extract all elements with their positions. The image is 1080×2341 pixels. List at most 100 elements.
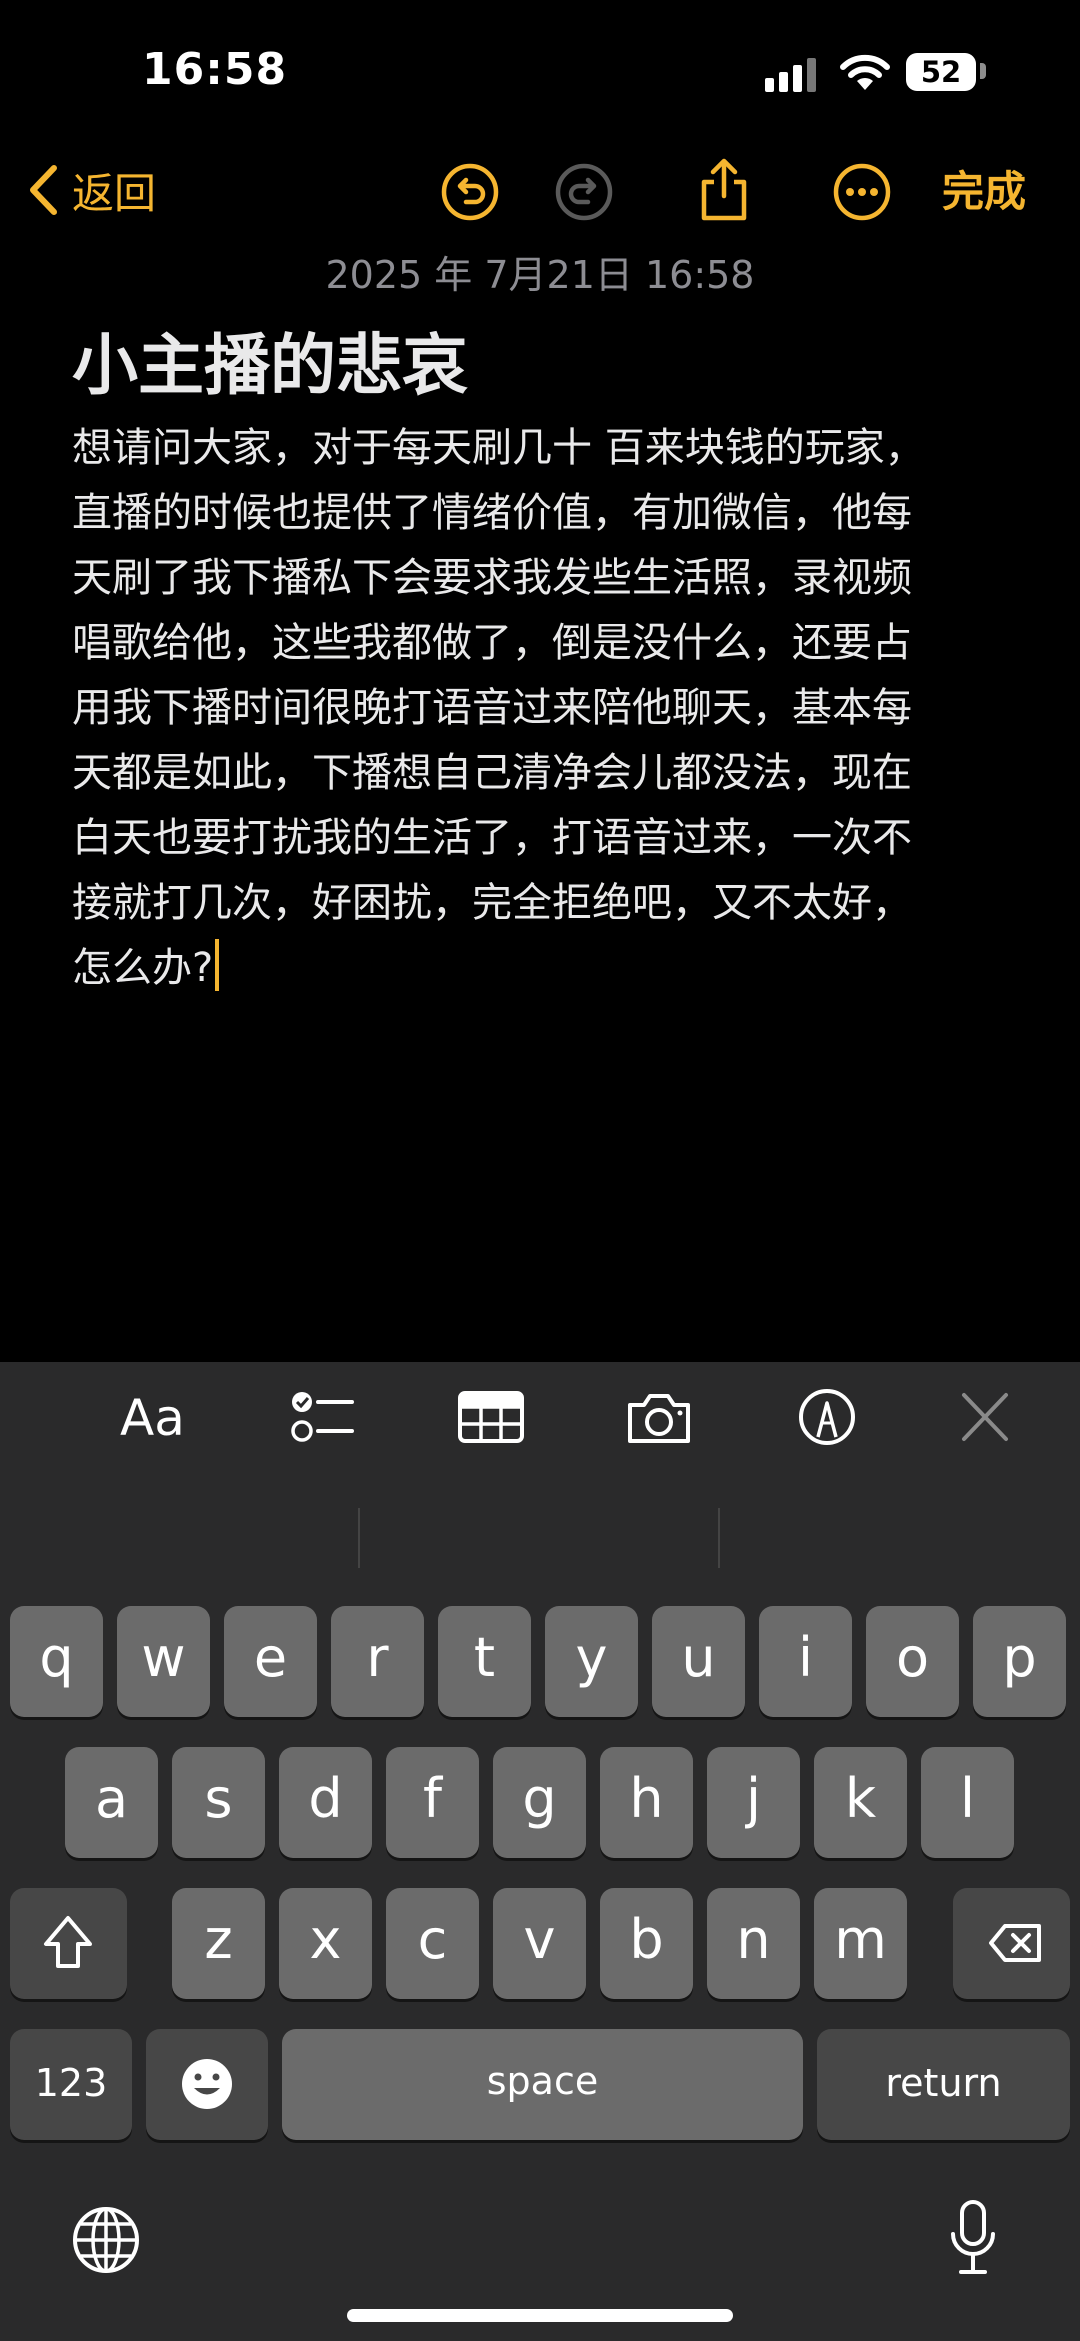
key-b[interactable]: b [600, 1888, 693, 1999]
note-line: 用我下播时间很晚打语音过来陪他聊天，基本每 [72, 685, 912, 731]
key-c[interactable]: c [386, 1888, 479, 1999]
done-button[interactable]: 完成 [942, 162, 1026, 222]
key-label: g [522, 1767, 557, 1830]
key-label: d [308, 1767, 343, 1830]
status-time: 16:58 [142, 44, 288, 95]
key-j[interactable]: j [707, 1747, 800, 1858]
key-label: i [797, 1626, 813, 1689]
backspace-icon [989, 1924, 1041, 1962]
text-format-button[interactable]: Aa [120, 1388, 185, 1448]
more-options-icon[interactable] [832, 162, 892, 222]
key-n[interactable]: n [707, 1888, 800, 1999]
suggestion-divider [718, 1508, 720, 1568]
key-label: x [309, 1908, 342, 1971]
checklist-icon[interactable] [288, 1387, 358, 1447]
key-label: c [417, 1908, 448, 1971]
key-z[interactable]: z [172, 1888, 265, 1999]
key-d[interactable]: d [279, 1747, 372, 1858]
key-e[interactable]: e [224, 1606, 317, 1717]
key-m[interactable]: m [814, 1888, 907, 1999]
key-label: e [253, 1626, 288, 1689]
key-label: a [94, 1767, 129, 1830]
globe-icon[interactable] [70, 2204, 142, 2276]
key-t[interactable]: t [438, 1606, 531, 1717]
key-o[interactable]: o [866, 1606, 959, 1717]
key-f[interactable]: f [386, 1747, 479, 1858]
key-label: l [959, 1767, 975, 1830]
text-cursor [215, 939, 220, 991]
microphone-icon[interactable] [945, 2198, 1001, 2280]
key-label: 123 [34, 2061, 108, 2105]
space-key[interactable]: space [282, 2029, 803, 2140]
suggestion-divider [358, 1508, 360, 1568]
wifi-icon [840, 54, 890, 90]
home-indicator[interactable] [347, 2309, 733, 2322]
key-q[interactable]: q [10, 1606, 103, 1717]
key-s[interactable]: s [172, 1747, 265, 1858]
camera-icon[interactable] [624, 1387, 694, 1447]
table-icon[interactable] [456, 1387, 526, 1447]
note-line: 天都是如此，下播想自己清净会儿都没法，现在 [72, 750, 912, 796]
key-label: m [834, 1908, 887, 1971]
note-title[interactable]: 小主播的悲哀 [72, 312, 468, 408]
key-k[interactable]: k [814, 1747, 907, 1858]
note-line: 天刷了我下播私下会要求我发些生活照，录视频 [72, 555, 912, 601]
key-label: h [629, 1767, 664, 1830]
cellular-signal-icon [765, 58, 817, 92]
note-line: 直播的时候也提供了情绪价值，有加微信，他每 [72, 490, 912, 536]
shift-icon [44, 1916, 92, 1968]
key-g[interactable]: g [493, 1747, 586, 1858]
numbers-key[interactable]: 123 [10, 2029, 132, 2140]
key-label: return [885, 2061, 1002, 2105]
share-icon[interactable] [694, 156, 754, 222]
shift-key[interactable] [10, 1888, 127, 1999]
key-label: b [629, 1908, 664, 1971]
key-label: o [895, 1626, 930, 1689]
battery-tip [980, 63, 986, 79]
key-label: v [523, 1908, 556, 1971]
key-label: k [844, 1767, 877, 1830]
key-label: n [736, 1908, 771, 1971]
note-line: 唱歌给他，这些我都做了，倒是没什么，还要占 [72, 620, 912, 666]
note-date: 2025 年 7月21日 16:58 [325, 253, 755, 297]
close-toolbar-icon[interactable] [950, 1387, 1020, 1447]
note-line: 接就打几次，好困扰，完全拒绝吧，又不太好， [72, 880, 912, 926]
emoji-key[interactable] [146, 2029, 268, 2140]
key-label: q [39, 1626, 74, 1689]
note-line: 想请问大家，对于每天刷几十 百来块钱的玩家， [72, 425, 925, 471]
delete-key[interactable] [953, 1888, 1070, 1999]
note-body[interactable]: 想请问大家，对于每天刷几十 百来块钱的玩家， 直播的时候也提供了情绪价值，有加微… [72, 416, 1002, 1001]
key-label: y [575, 1626, 608, 1689]
markup-pen-icon[interactable] [792, 1387, 862, 1447]
key-label: r [366, 1626, 389, 1689]
key-label: f [422, 1767, 442, 1830]
key-w[interactable]: w [117, 1606, 210, 1717]
chevron-left-icon [30, 165, 57, 215]
key-label: j [745, 1767, 761, 1830]
return-key[interactable]: return [817, 2029, 1070, 2140]
key-u[interactable]: u [652, 1606, 745, 1717]
note-line-text: 怎么办? [72, 945, 214, 991]
key-label: u [681, 1626, 716, 1689]
emoji-icon [182, 2059, 232, 2109]
key-l[interactable]: l [921, 1747, 1014, 1858]
key-v[interactable]: v [493, 1888, 586, 1999]
key-label: s [204, 1767, 233, 1830]
key-label: w [141, 1626, 186, 1689]
key-x[interactable]: x [279, 1888, 372, 1999]
key-h[interactable]: h [600, 1747, 693, 1858]
key-label: p [1002, 1626, 1037, 1689]
key-label: t [473, 1626, 496, 1689]
key-y[interactable]: y [545, 1606, 638, 1717]
back-button[interactable]: 返回 [28, 160, 156, 220]
key-p[interactable]: p [973, 1606, 1066, 1717]
key-a[interactable]: a [65, 1747, 158, 1858]
key-i[interactable]: i [759, 1606, 852, 1717]
undo-icon[interactable] [440, 162, 500, 222]
note-line: 白天也要打扰我的生活了，打语音过来，一次不 [72, 815, 912, 861]
note-line-last: 怎么办? [72, 936, 1002, 1001]
battery-icon: 52 [906, 53, 976, 91]
key-r[interactable]: r [331, 1606, 424, 1717]
redo-icon[interactable] [554, 162, 614, 222]
key-label: space [486, 2059, 599, 2103]
